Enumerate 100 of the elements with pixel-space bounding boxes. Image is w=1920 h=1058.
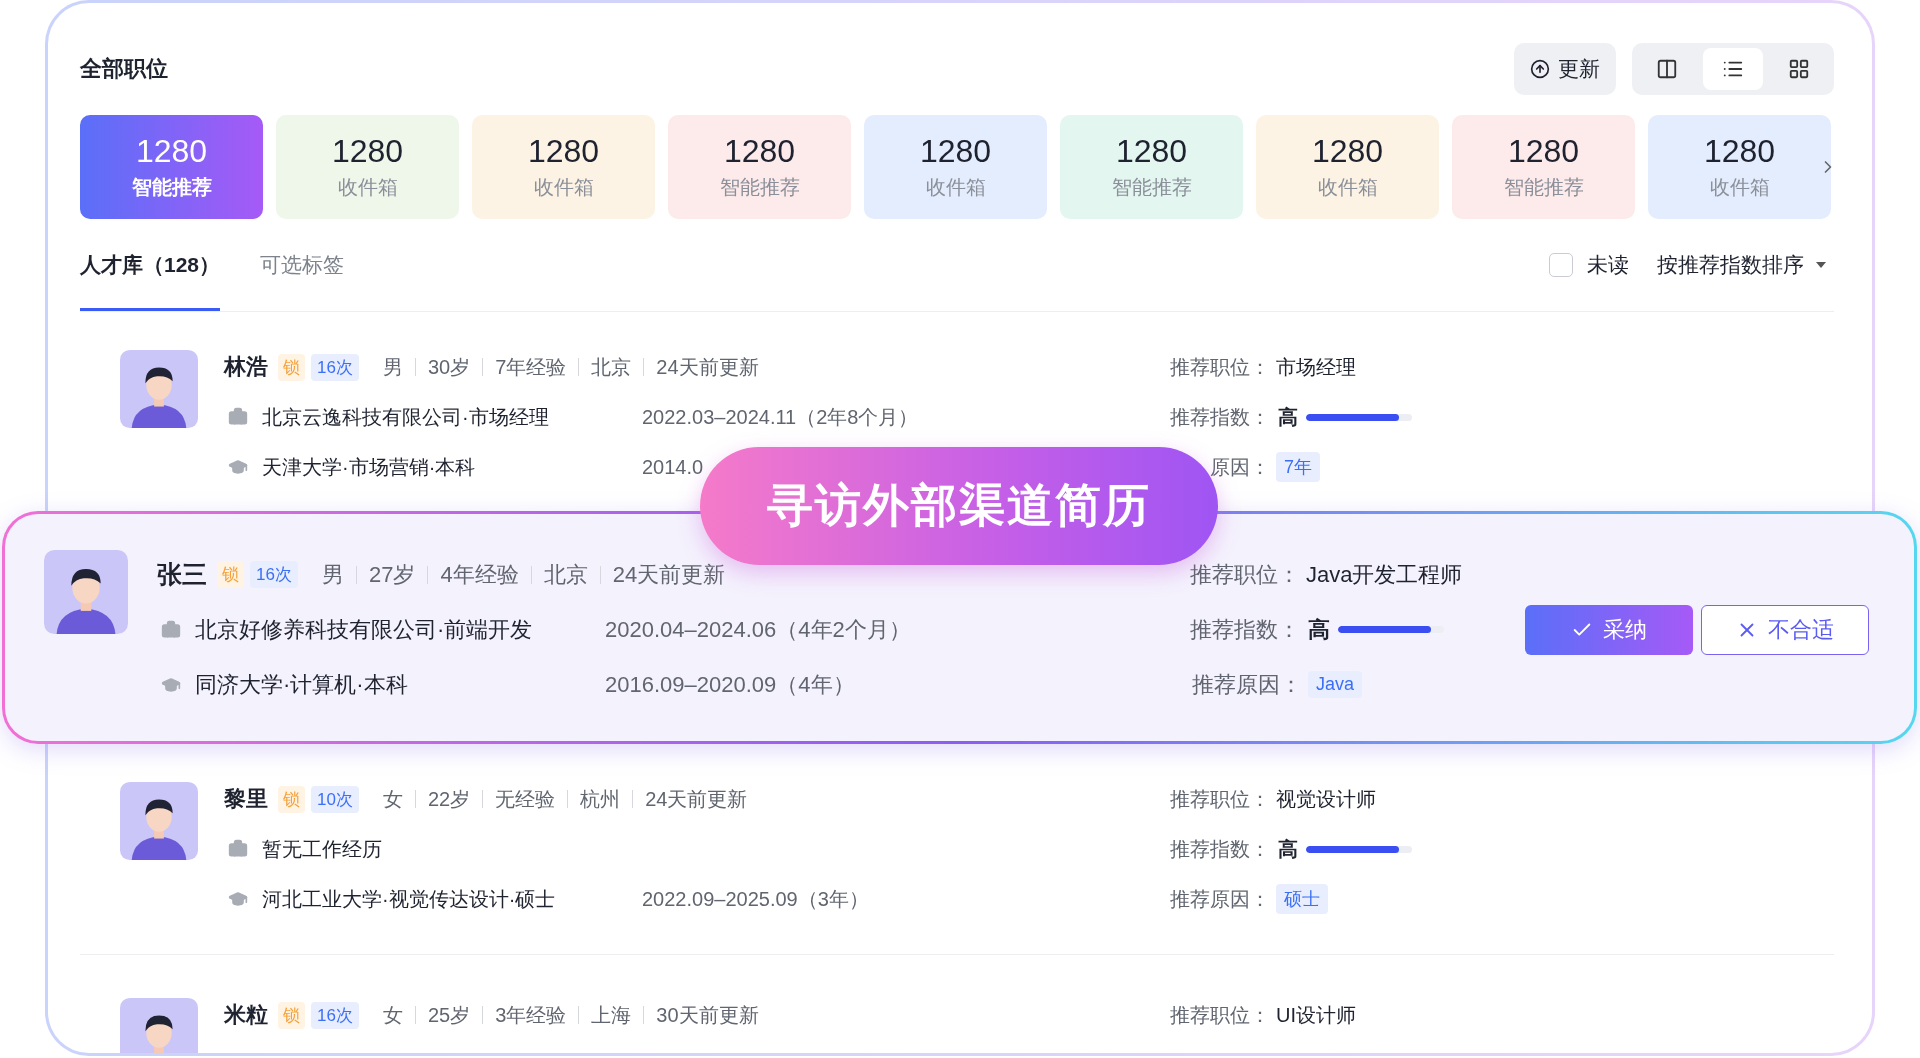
- field-label: 推荐原因：: [1170, 886, 1270, 912]
- briefcase-icon: [161, 619, 181, 640]
- count-tag: 16次: [311, 353, 359, 381]
- candidate-fact: 北京: [578, 358, 644, 376]
- count-tag: 10次: [311, 785, 359, 813]
- candidate-fact: 30岁: [414, 358, 483, 376]
- category-card[interactable]: 1280 智能推荐: [1452, 115, 1635, 219]
- field-label: 推荐职位：: [1170, 786, 1270, 812]
- view-toggle[interactable]: [1703, 48, 1763, 90]
- card-count: 1280: [1115, 133, 1188, 170]
- card-count: 1280: [1311, 133, 1384, 170]
- candidate-fact: 30天前更新: [643, 1006, 771, 1024]
- card-count: 1280: [1507, 133, 1580, 170]
- card-label: 智能推荐: [1503, 175, 1584, 200]
- lock-tag: 锁: [278, 353, 305, 381]
- accept-button[interactable]: 采纳: [1525, 604, 1693, 655]
- upload-icon: [1530, 59, 1550, 79]
- score-value: 高: [1278, 836, 1298, 862]
- reason-tag: 7年: [1276, 452, 1320, 482]
- candidate-fact: 男: [381, 358, 404, 376]
- candidate-fact: 北京: [530, 565, 600, 584]
- field-label: 推荐职位：: [1170, 1002, 1270, 1028]
- candidate-fact: 24天前更新: [632, 790, 760, 808]
- briefcase-icon: [228, 839, 248, 859]
- field-label: 推荐指数：: [1190, 615, 1300, 644]
- reason-tag: Java: [1308, 671, 1363, 698]
- checkbox[interactable]: [1549, 253, 1573, 277]
- work-experience: 暂无工作经历: [262, 836, 383, 862]
- field-label: 推荐职位：: [1170, 354, 1270, 380]
- card-label: 收件箱: [337, 175, 398, 200]
- card-count: 1280: [919, 133, 992, 170]
- education-period: 2016.09–2020.09（4年）: [605, 670, 855, 699]
- candidate-fact: 上海: [578, 1006, 644, 1024]
- field-label: 推荐指数：: [1170, 836, 1270, 862]
- card-label: 智能推荐: [719, 175, 800, 200]
- candidate-fact: 女: [381, 1006, 404, 1024]
- score-value: 高: [1278, 404, 1298, 430]
- education: 同济大学·计算机·本科: [195, 670, 409, 699]
- columns-icon: [1656, 58, 1678, 80]
- avatar-icon: [120, 350, 198, 428]
- candidate-name: 林浩: [224, 353, 268, 381]
- grid-icon: [1788, 58, 1810, 80]
- checkbox-label: 未读: [1587, 252, 1629, 278]
- work-experience: 北京好修养科技有限公司·前端开发: [195, 615, 534, 644]
- field-label: 推荐原因：: [1191, 670, 1302, 699]
- reason-tag: 硕士: [1276, 884, 1328, 914]
- field-label: 推荐指数：: [1170, 404, 1270, 430]
- card-label: 智能推荐: [131, 175, 212, 200]
- score-value: 高: [1308, 615, 1330, 644]
- card-count: 1280: [135, 133, 208, 170]
- update-button[interactable]: 更新: [1514, 43, 1616, 95]
- recommended-job: Java开发工程师: [1306, 560, 1463, 589]
- graduation-cap-icon: [228, 889, 248, 909]
- category-card[interactable]: 1280 智能推荐: [1060, 115, 1243, 219]
- education-period: 2022.09–2025.09（3年）: [642, 886, 869, 912]
- avatar-icon: [120, 998, 198, 1053]
- graduation-cap-icon: [228, 457, 248, 477]
- candidate-fact: 4年经验: [427, 565, 531, 584]
- work-period: 2020.04–2024.06（4年2个月）: [605, 615, 911, 644]
- candidate-fact: 杭州: [567, 790, 633, 808]
- lock-tag: 锁: [217, 561, 244, 588]
- category-card[interactable]: 1280 收件箱: [1256, 115, 1439, 219]
- category-card[interactable]: 1280 收件箱: [1648, 115, 1831, 219]
- candidate-fact: 3年经验: [482, 1006, 579, 1024]
- avatar-icon: [120, 782, 198, 860]
- lock-tag: 锁: [278, 785, 305, 813]
- card-label: 收件箱: [925, 175, 986, 200]
- count-tag: 16次: [250, 561, 298, 588]
- recommended-job: 视觉设计师: [1276, 786, 1376, 812]
- card-count: 1280: [1703, 133, 1776, 170]
- card-count: 1280: [527, 133, 600, 170]
- candidate-name: 黎里: [224, 785, 268, 813]
- candidate-fact: 女: [381, 790, 404, 808]
- card-count: 1280: [723, 133, 796, 170]
- candidate-name: 张三: [157, 559, 207, 590]
- category-card[interactable]: 1280 智能推荐: [668, 115, 851, 219]
- lock-tag: 锁: [278, 1001, 305, 1029]
- work-experience: 北京云逸科技有限公司·市场经理: [262, 404, 550, 430]
- recommended-job: 市场经理: [1276, 354, 1356, 380]
- candidate-fact: 男: [320, 565, 345, 584]
- card-label: 收件箱: [1709, 175, 1770, 200]
- briefcase-icon: [228, 407, 248, 427]
- card-label: 智能推荐: [1111, 175, 1192, 200]
- candidate-fact: 27岁: [355, 565, 428, 584]
- candidate-fact: 22岁: [414, 790, 483, 808]
- candidate-fact: 7年经验: [482, 358, 579, 376]
- candidate-fact: 25岁: [414, 1006, 483, 1024]
- reject-button[interactable]: 不合适: [1701, 604, 1869, 655]
- count-tag: 16次: [311, 1001, 359, 1029]
- category-card[interactable]: 1280 收件箱: [472, 115, 655, 219]
- category-card[interactable]: 1280 智能推荐: [80, 115, 263, 219]
- sort-dropdown[interactable]: 按推荐指数排序: [1657, 251, 1834, 279]
- category-card[interactable]: 1280 收件箱: [276, 115, 459, 219]
- education: 河北工业大学·视觉传达设计·硕士: [262, 886, 557, 912]
- category-card[interactable]: 1280 收件箱: [864, 115, 1047, 219]
- tab[interactable]: 人才库（128）: [80, 219, 221, 311]
- tab[interactable]: 可选标签: [260, 219, 345, 311]
- card-count: 1280: [331, 133, 404, 170]
- recommended-job: UI设计师: [1276, 1002, 1356, 1028]
- page-title: 全部职位: [80, 55, 168, 83]
